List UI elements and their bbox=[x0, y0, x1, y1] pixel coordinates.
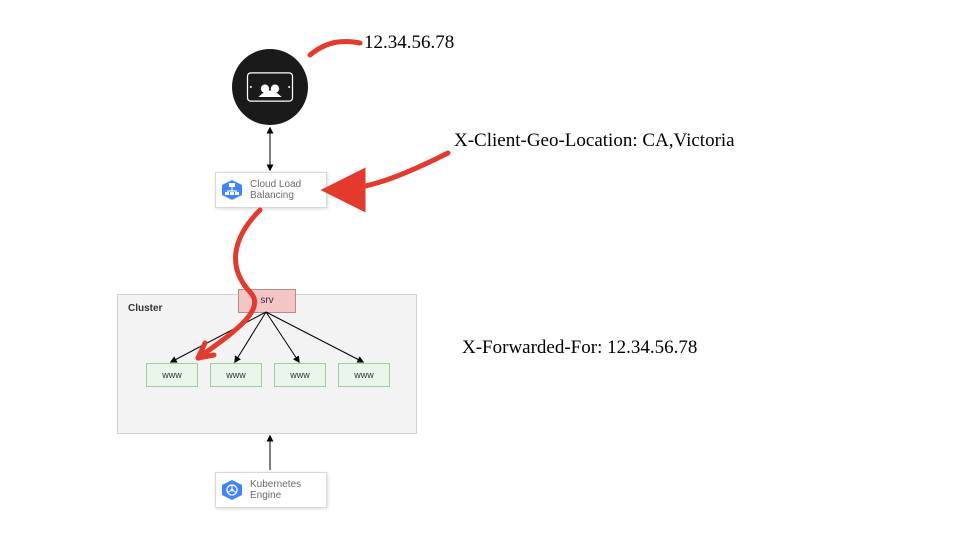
pod-box: www bbox=[338, 363, 390, 387]
service-cloud-load-balancing: Cloud Load Balancing bbox=[215, 172, 327, 208]
annotation-xff-header: X-Forwarded-For: 12.34.56.78 bbox=[462, 337, 697, 359]
pod-box: www bbox=[146, 363, 198, 387]
load-balancer-icon bbox=[220, 178, 244, 202]
kubernetes-icon bbox=[220, 478, 244, 502]
service-kubernetes-engine: Kubernetes Engine bbox=[215, 472, 327, 508]
pod-box: www bbox=[274, 363, 326, 387]
service-box-srv: srv bbox=[238, 289, 296, 313]
k8s-label-line1: Kubernetes bbox=[250, 479, 301, 490]
annotation-client-ip: 12.34.56.78 bbox=[364, 32, 454, 54]
connectors-overlay bbox=[0, 0, 960, 540]
k8s-label-line2: Engine bbox=[250, 490, 281, 501]
annotation-geo-header: X-Client-Geo-Location: CA,Victoria bbox=[454, 130, 735, 152]
lb-label-line1: Cloud Load bbox=[250, 179, 301, 190]
cluster-label: Cluster bbox=[128, 303, 162, 314]
pod-box: www bbox=[210, 363, 262, 387]
lb-label-line2: Balancing bbox=[250, 190, 294, 201]
client-device-icon bbox=[232, 49, 308, 125]
